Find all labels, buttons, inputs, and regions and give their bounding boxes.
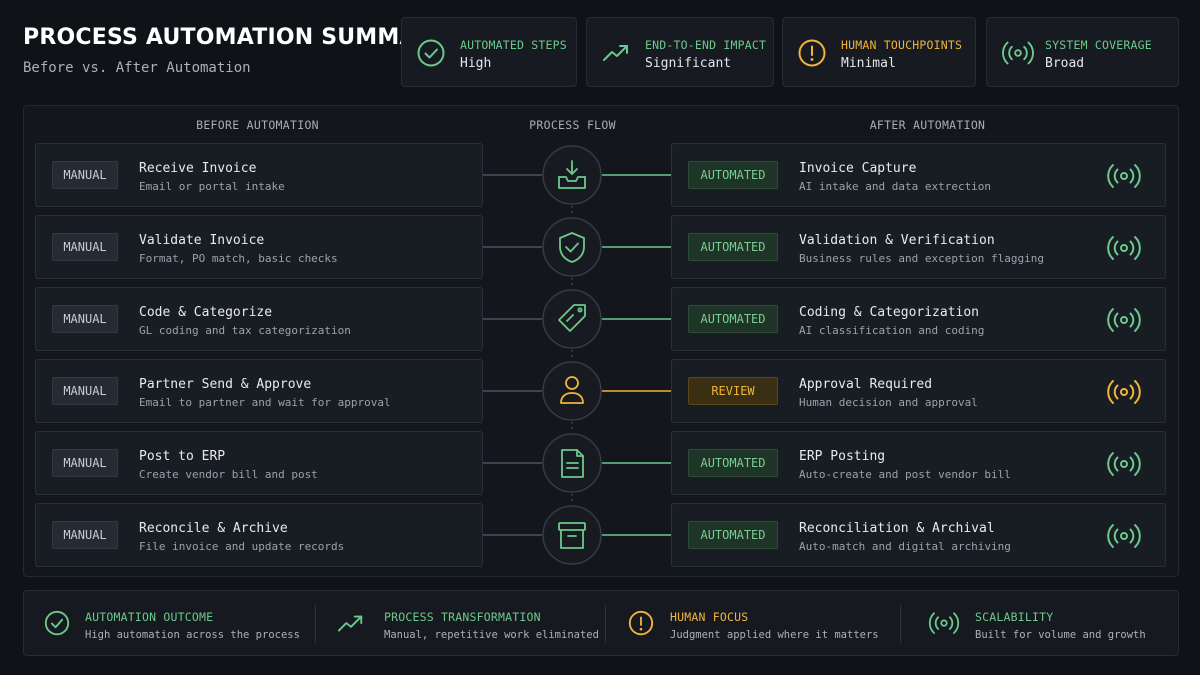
before-step-row: MANUAL Partner Send & Approve Email to p… — [35, 359, 483, 423]
automated-badge: AUTOMATED — [688, 233, 778, 261]
signal-icon — [1107, 308, 1141, 332]
step-title: Partner Send & Approve — [139, 377, 312, 392]
automated-badge: AUTOMATED — [688, 161, 778, 189]
step-title: Receive Invoice — [139, 161, 257, 176]
manual-badge: MANUAL — [52, 521, 118, 549]
manual-badge: MANUAL — [52, 377, 118, 405]
automated-badge: AUTOMATED — [688, 449, 778, 477]
step-subtitle: Email to partner and wait for approval — [139, 396, 391, 409]
signal-icon — [1107, 236, 1141, 260]
flow-node-1 — [542, 145, 602, 205]
before-step-row: MANUAL Receive Invoice Email or portal i… — [35, 143, 483, 207]
footer-automation-outcome: AUTOMATION OUTCOME High automation acros… — [24, 591, 314, 655]
check-circle-icon — [44, 610, 70, 636]
footer-label: SCALABILITY — [975, 610, 1054, 624]
footer-label: AUTOMATION OUTCOME — [85, 610, 214, 624]
footer-human-focus: HUMAN FOCUS Judgment applied where it ma… — [608, 591, 898, 655]
before-step-row: MANUAL Post to ERP Create vendor bill an… — [35, 431, 483, 495]
signal-icon — [1107, 164, 1141, 188]
trend-up-icon — [337, 615, 363, 632]
manual-badge: MANUAL — [52, 233, 118, 261]
step-subtitle: AI intake and data extrection — [799, 180, 992, 193]
after-step-row: AUTOMATED Reconciliation & Archival Auto… — [671, 503, 1166, 567]
footer-divider — [315, 605, 316, 643]
after-step-row: AUTOMATED ERP Posting Auto-create and po… — [671, 431, 1166, 495]
step-title: Invoice Capture — [799, 161, 917, 176]
step-subtitle: Email or portal intake — [139, 180, 285, 193]
step-subtitle: Create vendor bill and post — [139, 468, 318, 481]
flow-node-2 — [542, 217, 602, 277]
step-subtitle: Business rules and exception flagging — [799, 252, 1045, 265]
step-subtitle: Auto-create and post vendor bill — [799, 468, 1011, 481]
step-title: ERP Posting — [799, 449, 886, 464]
step-title: Reconciliation & Archival — [799, 521, 995, 536]
flow-node-3 — [542, 289, 602, 349]
step-title: Validate Invoice — [139, 233, 265, 248]
automated-badge: AUTOMATED — [688, 305, 778, 333]
footer-divider — [900, 605, 901, 643]
automated-badge: AUTOMATED — [688, 521, 778, 549]
after-step-row: AUTOMATED Coding & Categorization AI cla… — [671, 287, 1166, 351]
signal-icon — [1107, 452, 1141, 476]
step-subtitle: AI classification and coding — [799, 324, 985, 337]
footer-value: Built for volume and growth — [975, 629, 1146, 641]
after-step-row: AUTOMATED Invoice Capture AI intake and … — [671, 143, 1166, 207]
before-step-row: MANUAL Code & Categorize GL coding and t… — [35, 287, 483, 351]
footer-label: PROCESS TRANSFORMATION — [384, 610, 541, 624]
signal-icon — [928, 612, 960, 634]
footer-process-transformation: PROCESS TRANSFORMATION Manual, repetitiv… — [322, 591, 604, 655]
step-title: Post to ERP — [139, 449, 226, 464]
after-step-row: AUTOMATED Validation & Verification Busi… — [671, 215, 1166, 279]
before-step-row: MANUAL Validate Invoice Format, PO match… — [35, 215, 483, 279]
footer-divider — [605, 605, 606, 643]
flow-node-6 — [542, 505, 602, 565]
after-step-row: REVIEW Approval Required Human decision … — [671, 359, 1166, 423]
footer-scalability: SCALABILITY Built for volume and growth — [914, 591, 1176, 655]
step-subtitle: Format, PO match, basic checks — [139, 252, 338, 265]
signal-icon — [1107, 524, 1141, 548]
footer-label: HUMAN FOCUS — [670, 610, 749, 624]
manual-badge: MANUAL — [52, 449, 118, 477]
step-subtitle: Human decision and approval — [799, 396, 978, 409]
signal-icon — [1107, 380, 1141, 404]
step-subtitle: GL coding and tax categorization — [139, 324, 351, 337]
step-subtitle: Auto-match and digital archiving — [799, 540, 1011, 553]
step-title: Reconcile & Archive — [139, 521, 288, 536]
step-subtitle: File invoice and update records — [139, 540, 345, 553]
alert-circle-icon — [628, 610, 654, 636]
step-title: Code & Categorize — [139, 305, 273, 320]
step-title: Validation & Verification — [799, 233, 995, 248]
footer-value: Judgment applied where it matters — [670, 629, 879, 641]
flow-node-4 — [542, 361, 602, 421]
review-badge: REVIEW — [688, 377, 778, 405]
before-step-row: MANUAL Reconcile & Archive File invoice … — [35, 503, 483, 567]
manual-badge: MANUAL — [52, 161, 118, 189]
footer-value: Manual, repetitive work eliminated — [384, 629, 599, 641]
step-title: Coding & Categorization — [799, 305, 980, 320]
footer-value: High automation across the process — [85, 629, 300, 641]
step-title: Approval Required — [799, 377, 933, 392]
manual-badge: MANUAL — [52, 305, 118, 333]
summary-footer: AUTOMATION OUTCOME High automation acros… — [23, 590, 1179, 656]
